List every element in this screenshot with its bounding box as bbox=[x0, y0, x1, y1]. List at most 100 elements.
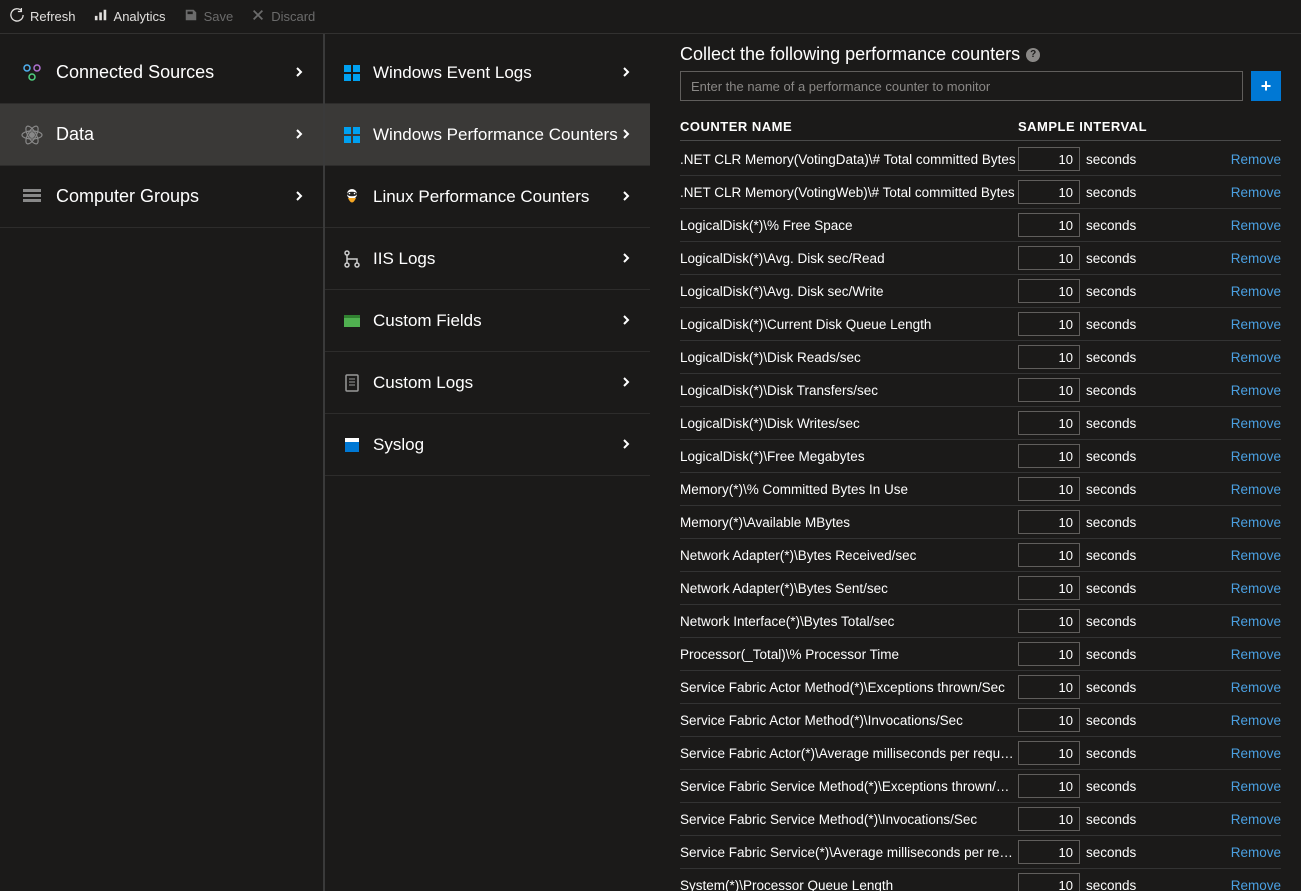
remove-link[interactable]: Remove bbox=[1231, 185, 1281, 200]
subnav-item-windows-performance-counters[interactable]: Windows Performance Counters bbox=[325, 104, 650, 166]
remove-link[interactable]: Remove bbox=[1231, 251, 1281, 266]
subnav-icon bbox=[341, 183, 363, 211]
sample-interval-input[interactable] bbox=[1018, 147, 1080, 171]
subnav-icon bbox=[341, 121, 363, 149]
analytics-button[interactable]: Analytics bbox=[94, 8, 166, 25]
sidebar-item-data[interactable]: Data bbox=[0, 104, 323, 166]
sample-interval-input[interactable] bbox=[1018, 213, 1080, 237]
counter-name: LogicalDisk(*)\Avg. Disk sec/Read bbox=[680, 251, 1018, 266]
remove-link[interactable]: Remove bbox=[1231, 779, 1281, 794]
sample-interval-input[interactable] bbox=[1018, 312, 1080, 336]
sample-interval-input[interactable] bbox=[1018, 807, 1080, 831]
counter-table-body: .NET CLR Memory(VotingData)\# Total comm… bbox=[680, 143, 1281, 891]
sample-interval-input[interactable] bbox=[1018, 444, 1080, 468]
sidebar-item-label: Connected Sources bbox=[56, 62, 293, 83]
seconds-label: seconds bbox=[1086, 416, 1136, 431]
seconds-label: seconds bbox=[1086, 581, 1136, 596]
subnav-item-custom-logs[interactable]: Custom Logs bbox=[325, 352, 650, 414]
sample-interval-input[interactable] bbox=[1018, 576, 1080, 600]
remove-link[interactable]: Remove bbox=[1231, 218, 1281, 233]
remove-link[interactable]: Remove bbox=[1231, 614, 1281, 629]
sample-interval-input[interactable] bbox=[1018, 279, 1080, 303]
counter-name: LogicalDisk(*)\Disk Transfers/sec bbox=[680, 383, 1018, 398]
remove-link[interactable]: Remove bbox=[1231, 746, 1281, 761]
remove-link[interactable]: Remove bbox=[1231, 515, 1281, 530]
sidebar-item-connected-sources[interactable]: Connected Sources bbox=[0, 42, 323, 104]
subnav-icon bbox=[341, 431, 363, 459]
subnav-item-label: Linux Performance Counters bbox=[373, 187, 620, 207]
remove-link[interactable]: Remove bbox=[1231, 416, 1281, 431]
sample-interval-input[interactable] bbox=[1018, 609, 1080, 633]
panel-heading: Collect the following performance counte… bbox=[680, 44, 1020, 65]
refresh-button[interactable]: Refresh bbox=[10, 8, 76, 25]
subnav-item-custom-fields[interactable]: Custom Fields bbox=[325, 290, 650, 352]
sidebar-item-label: Data bbox=[56, 124, 293, 145]
sidebar-item-label: Computer Groups bbox=[56, 186, 293, 207]
save-label: Save bbox=[204, 9, 234, 24]
counter-name: Network Adapter(*)\Bytes Sent/sec bbox=[680, 581, 1018, 596]
th-sample-interval: SAMPLE INTERVAL bbox=[1018, 119, 1147, 134]
sample-interval-input[interactable] bbox=[1018, 411, 1080, 435]
remove-link[interactable]: Remove bbox=[1231, 350, 1281, 365]
sidebar-icon bbox=[18, 121, 46, 149]
th-counter-name: COUNTER NAME bbox=[680, 119, 1018, 134]
seconds-label: seconds bbox=[1086, 449, 1136, 464]
sample-interval-input[interactable] bbox=[1018, 708, 1080, 732]
remove-link[interactable]: Remove bbox=[1231, 581, 1281, 596]
sample-interval-input[interactable] bbox=[1018, 510, 1080, 534]
remove-link[interactable]: Remove bbox=[1231, 317, 1281, 332]
counter-name: LogicalDisk(*)\Avg. Disk sec/Write bbox=[680, 284, 1018, 299]
counter-name-input[interactable] bbox=[680, 71, 1243, 101]
subnav-icon bbox=[341, 369, 363, 397]
subnav-item-syslog[interactable]: Syslog bbox=[325, 414, 650, 476]
analytics-icon bbox=[94, 8, 108, 25]
remove-link[interactable]: Remove bbox=[1231, 482, 1281, 497]
subnav-item-label: Syslog bbox=[373, 435, 620, 455]
sample-interval-input[interactable] bbox=[1018, 246, 1080, 270]
remove-link[interactable]: Remove bbox=[1231, 713, 1281, 728]
sample-interval-input[interactable] bbox=[1018, 477, 1080, 501]
seconds-label: seconds bbox=[1086, 713, 1136, 728]
counter-name: Service Fabric Service(*)\Average millis… bbox=[680, 845, 1018, 860]
remove-link[interactable]: Remove bbox=[1231, 548, 1281, 563]
remove-link[interactable]: Remove bbox=[1231, 152, 1281, 167]
remove-link[interactable]: Remove bbox=[1231, 878, 1281, 891]
subnav-item-windows-event-logs[interactable]: Windows Event Logs bbox=[325, 42, 650, 104]
sample-interval-input[interactable] bbox=[1018, 345, 1080, 369]
sample-interval-input[interactable] bbox=[1018, 378, 1080, 402]
sidebar-item-computer-groups[interactable]: Computer Groups bbox=[0, 166, 323, 228]
remove-link[interactable]: Remove bbox=[1231, 845, 1281, 860]
remove-link[interactable]: Remove bbox=[1231, 284, 1281, 299]
add-counter-button[interactable]: + bbox=[1251, 71, 1281, 101]
refresh-icon bbox=[10, 8, 24, 25]
remove-link[interactable]: Remove bbox=[1231, 647, 1281, 662]
help-icon[interactable]: ? bbox=[1026, 48, 1040, 62]
counter-row: LogicalDisk(*)\Free MegabytessecondsRemo… bbox=[680, 440, 1281, 473]
chevron-right-icon bbox=[293, 65, 305, 81]
remove-link[interactable]: Remove bbox=[1231, 680, 1281, 695]
sample-interval-input[interactable] bbox=[1018, 543, 1080, 567]
counter-row: LogicalDisk(*)\Disk Reads/secsecondsRemo… bbox=[680, 341, 1281, 374]
counter-row: .NET CLR Memory(VotingWeb)\# Total commi… bbox=[680, 176, 1281, 209]
counter-name: LogicalDisk(*)\Disk Reads/sec bbox=[680, 350, 1018, 365]
sample-interval-input[interactable] bbox=[1018, 774, 1080, 798]
secondary-sidebar: Windows Event LogsWindows Performance Co… bbox=[325, 34, 650, 891]
sample-interval-input[interactable] bbox=[1018, 840, 1080, 864]
sample-interval-input[interactable] bbox=[1018, 873, 1080, 891]
counter-table-header: COUNTER NAME SAMPLE INTERVAL bbox=[680, 119, 1281, 141]
subnav-item-iis-logs[interactable]: IIS Logs bbox=[325, 228, 650, 290]
remove-link[interactable]: Remove bbox=[1231, 449, 1281, 464]
subnav-item-linux-performance-counters[interactable]: Linux Performance Counters bbox=[325, 166, 650, 228]
subnav-icon bbox=[341, 59, 363, 87]
sample-interval-input[interactable] bbox=[1018, 741, 1080, 765]
sample-interval-input[interactable] bbox=[1018, 180, 1080, 204]
counter-row: Processor(_Total)\% Processor Timesecond… bbox=[680, 638, 1281, 671]
chevron-right-icon bbox=[620, 189, 632, 205]
seconds-label: seconds bbox=[1086, 878, 1136, 891]
refresh-label: Refresh bbox=[30, 9, 76, 24]
sample-interval-input[interactable] bbox=[1018, 642, 1080, 666]
remove-link[interactable]: Remove bbox=[1231, 383, 1281, 398]
remove-link[interactable]: Remove bbox=[1231, 812, 1281, 827]
counter-row: Service Fabric Actor Method(*)\Invocatio… bbox=[680, 704, 1281, 737]
sample-interval-input[interactable] bbox=[1018, 675, 1080, 699]
